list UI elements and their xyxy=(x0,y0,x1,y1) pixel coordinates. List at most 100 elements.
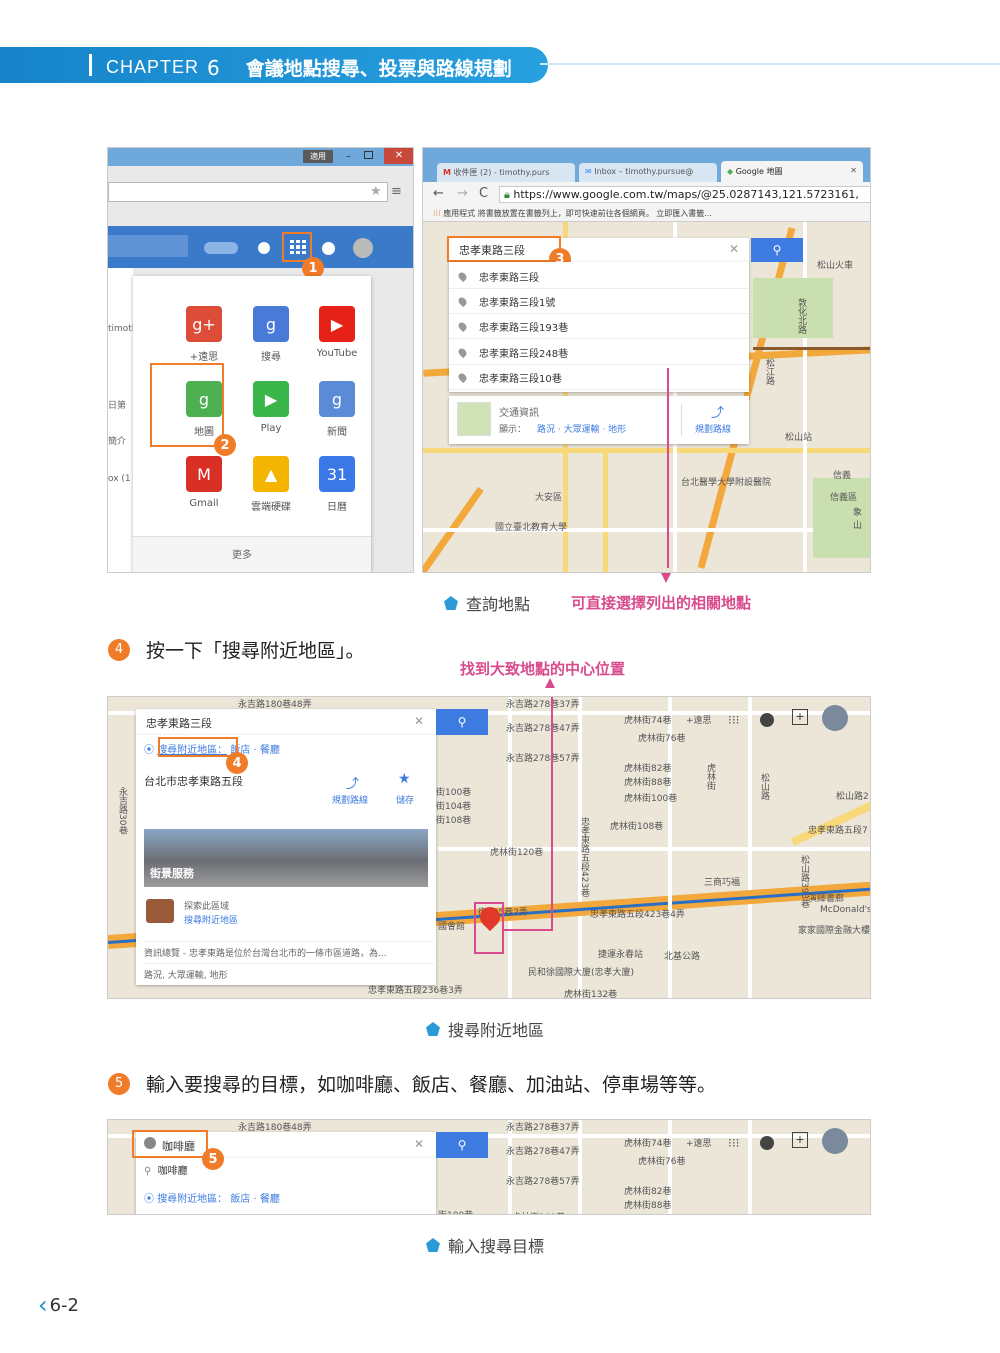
maps-search-input[interactable]: 忠孝東路三段 xyxy=(146,715,212,731)
side-text-1: 日第 xyxy=(108,401,127,411)
forward-icon[interactable]: → xyxy=(457,186,468,201)
map-label: 街100巷 xyxy=(436,788,472,798)
search-app-label[interactable]: 搜尋 xyxy=(241,348,301,363)
clear-search-icon[interactable]: ✕ xyxy=(414,1137,424,1151)
route-divider xyxy=(681,404,682,436)
menu-icon[interactable]: ≡ xyxy=(391,184,402,199)
map-control-zoom-icon[interactable]: + xyxy=(792,1132,808,1148)
news-app-label[interactable]: 新聞 xyxy=(307,423,367,438)
drive-app-label[interactable]: 雲端硬碟 xyxy=(241,498,301,513)
calendar-app-icon[interactable]: 31 xyxy=(319,456,355,492)
youtube-app-label[interactable]: YouTube xyxy=(307,348,367,359)
earth-view-icon[interactable] xyxy=(822,1128,848,1154)
google-plus-app-label[interactable]: +遠思 xyxy=(174,348,234,363)
tab-gmail[interactable]: M 收件匣 (2) - timothy.purs xyxy=(437,163,575,182)
apps-more-link[interactable]: 更多 xyxy=(232,546,252,561)
place-pin-icon xyxy=(456,346,469,359)
caption-1: 查詢地點 xyxy=(444,591,530,615)
map-label: 象山 xyxy=(853,508,863,531)
gmail-app-icon[interactable]: M xyxy=(186,456,222,492)
address-bar[interactable] xyxy=(108,182,388,202)
chapter-label: CHAPTER 6 會議地點搜尋、投票與路線規劃 xyxy=(106,54,512,81)
url-field[interactable]: 🔒︎ https://www.google.com.tw/maps/@25.02… xyxy=(499,186,870,203)
reload-icon[interactable]: C xyxy=(479,186,488,201)
route-button[interactable]: 規劃路線 xyxy=(332,793,368,806)
annotation-1: 可直接選擇列出的相關地點 xyxy=(571,594,752,612)
search-icon: ⚲ xyxy=(144,1166,152,1177)
traffic-links[interactable]: 路況 · 大眾運輸 · 地形 xyxy=(537,422,626,435)
suggestion-item[interactable]: 忠孝東路三段10巷 xyxy=(449,365,749,390)
toggle-icon[interactable] xyxy=(204,242,238,254)
map-label: 永吉路278巷47弄 xyxy=(506,1147,580,1157)
map-label: 虎林街108巷 xyxy=(610,822,664,832)
nearby-search-link[interactable]: 搜尋附近地區： xyxy=(157,1194,227,1205)
map-control-apps-icon[interactable]: ⁝⁝⁝ xyxy=(728,1136,739,1150)
news-app-icon[interactable]: g xyxy=(319,381,355,417)
info-panel: ⦿ 搜尋附近地區： 飯店 · 餐廳 台北市忠孝東路五段 ⤴ 規劃路線 ★ 儲存 … xyxy=(136,735,436,985)
map-road xyxy=(748,1120,752,1214)
suggestion-label: 忠孝東路三段10巷 xyxy=(479,373,562,385)
map-label: 虎林街100巷 xyxy=(624,794,678,804)
play-app-label[interactable]: Play xyxy=(241,423,301,434)
save-button[interactable]: 儲存 xyxy=(396,793,414,806)
maximize-icon[interactable] xyxy=(364,151,373,159)
map-control-bell-icon[interactable] xyxy=(760,1136,774,1150)
route-button[interactable]: 規劃路線 xyxy=(695,422,731,435)
gmail-app-label[interactable]: Gmail xyxy=(174,498,234,509)
map-control-apps-icon[interactable]: ⁝⁝⁝ xyxy=(728,713,739,727)
street-view-label[interactable]: 街景服務 xyxy=(150,865,194,881)
search-app-icon[interactable]: g xyxy=(253,306,289,342)
minimize-icon[interactable]: – xyxy=(346,151,351,162)
caption-3: 輸入搜尋目標 xyxy=(426,1233,544,1257)
tab-close-icon[interactable]: ✕ xyxy=(850,166,857,175)
google-plus-app-icon[interactable]: g+ xyxy=(186,306,222,342)
map-label: 虎林街120巷 xyxy=(490,848,544,858)
explore-nearby-link[interactable]: 搜尋附近地區 xyxy=(184,913,238,926)
suggestion-item[interactable]: 忠孝東路三段193巷 xyxy=(449,314,749,339)
apps-bookmark-icon[interactable]: ⁝⁝⁝ xyxy=(433,209,441,218)
directions-icon[interactable]: ⤴ xyxy=(711,402,724,421)
left-page-bg xyxy=(108,268,133,572)
back-icon[interactable]: ← xyxy=(433,186,444,201)
calendar-app-label[interactable]: 日曆 xyxy=(307,498,367,513)
traffic-title: 交通資訊 xyxy=(499,408,539,419)
map-label: 忠孝東路五段423巷 xyxy=(579,817,589,898)
notification-icon[interactable] xyxy=(322,242,335,255)
suggestion-item[interactable]: 忠孝東路三段1號 xyxy=(449,289,749,314)
google-bar-input[interactable] xyxy=(108,235,188,257)
suggestion-item[interactable]: 忠孝東路三段248巷 xyxy=(449,340,749,365)
map-label: +遠思 xyxy=(686,716,712,726)
chat-icon[interactable] xyxy=(258,242,270,254)
tab-maps[interactable]: ◆ Google 地圖 ✕ xyxy=(721,161,863,182)
avatar[interactable] xyxy=(353,238,373,258)
map-label: 街104巷 xyxy=(436,802,472,812)
youtube-app-icon[interactable]: ▶ xyxy=(319,306,355,342)
directions-icon[interactable]: ⤴ xyxy=(346,773,359,792)
map-control-zoom-icon[interactable]: + xyxy=(792,709,808,725)
search-button[interactable]: ⚲ xyxy=(436,709,488,735)
play-app-icon[interactable]: ▶ xyxy=(253,381,289,417)
search-button[interactable]: ⚲ xyxy=(751,238,803,262)
step-5: 5 輸入要搜尋的目標，如咖啡廳、飯店、餐廳、加油站、停車場等等。 xyxy=(108,1070,716,1097)
tab-inbox[interactable]: ✉ Inbox – timothy.pursue@ xyxy=(579,163,717,182)
window-apply-button[interactable]: 適用 xyxy=(303,150,333,163)
tab-gmail-label: 收件匣 (2) - timothy.purs xyxy=(453,168,550,177)
drive-app-icon[interactable]: ▲ xyxy=(253,456,289,492)
clear-search-icon[interactable]: ✕ xyxy=(414,714,424,728)
search-button[interactable]: ⚲ xyxy=(436,1132,488,1158)
earth-view-icon[interactable] xyxy=(822,705,848,731)
nearby-links[interactable]: 飯店 · 餐廳 xyxy=(230,1194,280,1205)
info-summary: 資訊總覽 - 忠孝東路是位於台灣台北市的一條市區道路，為... xyxy=(144,941,434,959)
chevron-left-icon: ‹ xyxy=(38,1291,48,1319)
close-window-button[interactable]: ✕ xyxy=(384,148,413,164)
star-icon[interactable]: ★ xyxy=(398,771,411,787)
nearby-row: ⦿ 搜尋附近地區： 飯店 · 餐廳 xyxy=(144,1190,280,1205)
info-layers: 路況, 大眾運輸, 地形 xyxy=(144,963,434,981)
clear-search-icon[interactable]: ✕ xyxy=(729,242,739,256)
map-control-bell-icon[interactable] xyxy=(760,713,774,727)
step-badge-2: 2 xyxy=(214,434,236,456)
map-label: 永吉路278巷57弄 xyxy=(506,1177,580,1187)
suggestion-item[interactable]: 忠孝東路三段 xyxy=(449,264,749,289)
suggestion-item[interactable]: ⚲ 咖啡廳 xyxy=(144,1162,188,1177)
star-icon[interactable]: ★ xyxy=(370,184,382,199)
